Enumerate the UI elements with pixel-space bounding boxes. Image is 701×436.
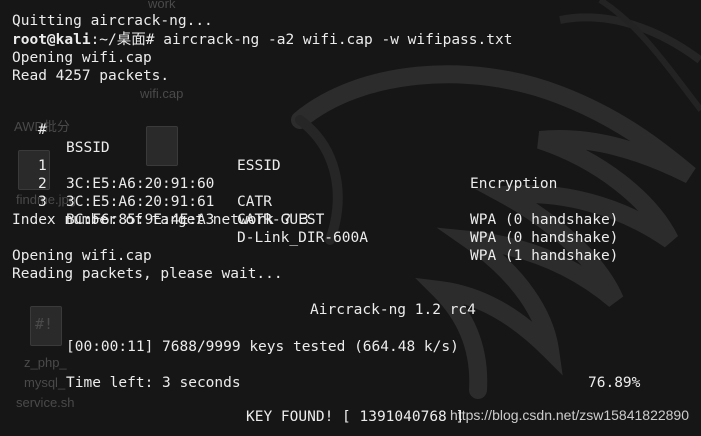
desktop-icon-service-label: service.sh [16,395,75,410]
prompt-path: :~/桌面# [90,32,164,48]
desktop-icon-wificap-label: wifi.cap [140,86,184,101]
command-line[interactable]: root@kali:~/桌面# aircrack-ng -a2 wifi.cap… [12,31,512,49]
output-read-packets: Read 4257 packets. [12,68,170,84]
terminal-window[interactable]: work wifi.cap AWD批分 findme.jpg #! z_php_… [0,0,701,436]
row-essid: CATR [237,194,272,210]
output-opening-file: Opening wifi.cap [12,50,152,66]
desktop-icon-zphp-label: z_php_ [24,355,67,370]
output-quitting: Quitting aircrack-ng... [12,13,213,29]
desktop-icon-work-label: work [148,0,176,11]
time-left-status: Time left: 3 seconds [66,375,241,391]
table-row: 3 BC:F6:85:9E:4E:A3 D-Link_DIR-600A WPA … [0,175,701,264]
desktop-icon-mysql-label: mysql_ [24,375,66,390]
row-bssid: 3C:E5:A6:20:91:61 [66,194,215,210]
prompt-user: root@kali [12,32,91,48]
output-reading-packets: Reading packets, please wait... [12,266,283,282]
watermark: https://blog.csdn.net/zsw15841822890 [450,407,689,423]
row-encryption: WPA (0 handshake) [470,230,619,246]
output-index-prompt: Index number of target network ? 3 [12,212,309,228]
row-num: 3 [38,194,47,210]
row-essid: D-Link_DIR-600A [237,230,368,246]
network-table-header: # BSSID ESSID Encryption [0,103,701,192]
script-file-icon: #! [30,306,62,346]
keys-tested-status: [00:00:11] 7688/9999 keys tested (664.48… [66,339,459,355]
row-encryption: WPA (0 handshake) [470,212,619,228]
output-opening-file-2: Opening wifi.cap [12,248,152,264]
header-num: # [38,122,47,138]
progress-percent: 76.89% [588,375,641,391]
aircrack-banner: Aircrack-ng 1.2 rc4 [310,302,476,318]
command-text: aircrack-ng -a2 wifi.cap -w wifipass.txt [163,32,513,48]
key-found-result: KEY FOUND! [ 1391040768 ] [246,409,465,425]
table-row: 1 3C:E5:A6:20:91:60 CATR WPA (0 handshak… [0,139,701,228]
table-row: 2 3C:E5:A6:20:91:61 CATR-GUEST WPA (0 ha… [0,157,701,246]
row-encryption: WPA (1 handshake) [470,248,619,264]
